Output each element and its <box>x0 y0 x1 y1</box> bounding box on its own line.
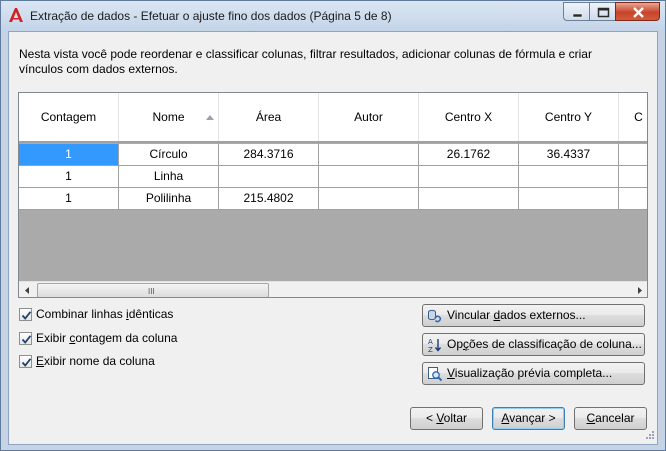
table-cell[interactable]: Polilinha <box>119 188 219 209</box>
minimize-button[interactable] <box>563 2 590 21</box>
resize-grip-icon[interactable] <box>643 430 655 442</box>
scroll-grip: III <box>148 287 155 296</box>
grid-header: Contagem Nome Área Autor Centro X Centro… <box>19 93 647 143</box>
scroll-right-button[interactable] <box>631 282 647 297</box>
table-cell[interactable]: 1 <box>19 166 119 187</box>
table-cell[interactable]: Círculo <box>119 144 219 165</box>
column-header-partial[interactable]: C <box>619 93 647 141</box>
dialog-window: Extração de dados - Efetuar o ajuste fin… <box>0 0 666 451</box>
column-header-centro-y[interactable]: Centro Y <box>519 93 619 141</box>
link-external-data-label: Vincular dados externos... <box>447 308 586 322</box>
table-row[interactable]: 1 Círculo 284.3716 26.1762 36.4337 <box>19 144 647 166</box>
link-data-icon <box>428 309 442 323</box>
sort-az-icon: A Z <box>428 338 442 353</box>
table-cell[interactable] <box>519 188 619 209</box>
column-header-autor[interactable]: Autor <box>319 93 419 141</box>
minimize-icon <box>572 13 583 18</box>
table-cell[interactable] <box>319 144 419 165</box>
svg-text:Z: Z <box>428 346 433 353</box>
column-header-area[interactable]: Área <box>219 93 319 141</box>
preview-magnifier-icon <box>428 367 443 382</box>
next-button-label: Avançar > <box>501 411 556 425</box>
column-header-nome[interactable]: Nome <box>119 93 219 141</box>
maximize-button[interactable] <box>589 2 616 21</box>
autocad-app-icon <box>9 8 23 22</box>
table-cell[interactable] <box>219 166 319 187</box>
show-name-checkbox[interactable] <box>19 354 32 368</box>
back-button-label: < Voltar <box>425 411 468 425</box>
table-row[interactable]: 1 Linha <box>19 166 647 188</box>
show-name-checkbox-row[interactable]: Exibir nome da coluna <box>19 353 155 369</box>
maximize-icon <box>597 7 610 18</box>
title-bar[interactable]: Extração de dados - Efetuar o ajuste fin… <box>1 1 665 31</box>
horizontal-scrollbar[interactable]: III <box>19 281 647 297</box>
grid-empty-area <box>19 210 647 280</box>
table-row[interactable]: 1 Polilinha 215.4802 <box>19 188 647 210</box>
table-cell[interactable] <box>619 144 647 165</box>
table-cell[interactable] <box>319 188 419 209</box>
show-count-label: Exibir contagem da coluna <box>36 331 178 345</box>
window-title: Extração de dados - Efetuar o ajuste fin… <box>30 9 392 23</box>
checkmark-icon <box>21 334 32 344</box>
show-count-checkbox-row[interactable]: Exibir contagem da coluna <box>19 330 177 346</box>
column-sort-options-label: Opções de classificação de coluna... <box>447 337 642 351</box>
dialog-body: Nesta vista você pode reordenar e classi… <box>8 31 658 445</box>
combine-identical-label: Combinar linhas idênticas <box>36 307 174 321</box>
show-count-checkbox[interactable] <box>19 331 32 345</box>
data-grid[interactable]: Contagem Nome Área Autor Centro X Centro… <box>18 92 648 298</box>
next-button[interactable]: Avançar > <box>492 407 565 430</box>
table-cell[interactable]: 215.4802 <box>219 188 319 209</box>
table-cell[interactable] <box>419 166 519 187</box>
table-cell[interactable]: 1 <box>19 188 119 209</box>
scroll-left-button[interactable] <box>19 282 36 297</box>
table-cell[interactable] <box>619 188 647 209</box>
arrow-left-icon <box>25 287 29 294</box>
column-header-label: Nome <box>152 110 185 124</box>
column-header-contagem[interactable]: Contagem <box>19 93 119 141</box>
link-external-data-button[interactable]: Vincular dados externos... <box>422 304 645 327</box>
close-icon <box>633 7 644 18</box>
table-cell[interactable] <box>319 166 419 187</box>
full-preview-button[interactable]: Visualização prévia completa... <box>422 362 645 385</box>
column-header-centro-x[interactable]: Centro X <box>419 93 519 141</box>
close-button[interactable] <box>615 2 660 21</box>
svg-text:A: A <box>428 338 433 346</box>
combine-identical-checkbox[interactable] <box>19 307 32 321</box>
table-cell[interactable]: 284.3716 <box>219 144 319 165</box>
table-cell[interactable] <box>619 166 647 187</box>
full-preview-label: Visualização prévia completa... <box>447 366 613 380</box>
checkmark-icon <box>21 310 32 320</box>
page-description: Nesta vista você pode reordenar e classi… <box>19 47 592 76</box>
back-button[interactable]: < Voltar <box>410 407 483 430</box>
table-cell[interactable] <box>419 188 519 209</box>
arrow-right-icon <box>638 287 642 294</box>
table-cell[interactable]: 1 <box>19 144 119 165</box>
checkmark-icon <box>21 357 32 367</box>
table-cell[interactable]: Linha <box>119 166 219 187</box>
scroll-thumb[interactable]: III <box>37 283 269 297</box>
cancel-button-label: Cancelar <box>586 411 635 425</box>
cancel-button[interactable]: Cancelar <box>574 407 647 430</box>
table-cell[interactable]: 26.1762 <box>419 144 519 165</box>
sort-ascending-icon <box>206 115 214 120</box>
table-cell[interactable] <box>519 166 619 187</box>
show-name-label: Exibir nome da coluna <box>36 354 155 368</box>
combine-identical-checkbox-row[interactable]: Combinar linhas idênticas <box>19 306 173 322</box>
table-cell[interactable]: 36.4337 <box>519 144 619 165</box>
column-sort-options-button[interactable]: A Z Opções de classificação de coluna... <box>422 333 645 356</box>
